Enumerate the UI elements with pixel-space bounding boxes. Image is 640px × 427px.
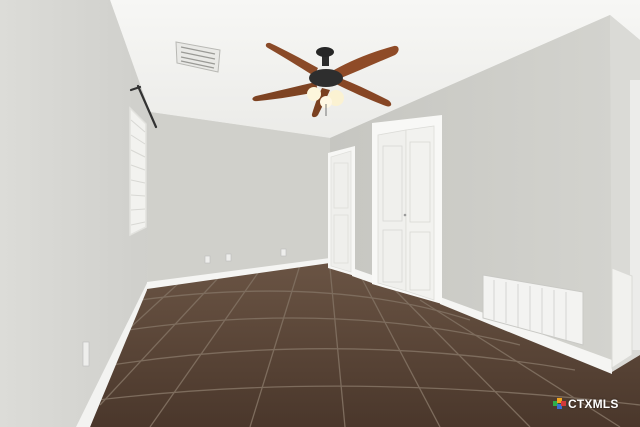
door-knob[interactable]	[403, 213, 407, 217]
fan-canopy	[316, 47, 334, 57]
window[interactable]	[129, 106, 147, 237]
outlet-icon	[204, 255, 211, 264]
fan-light-bulb	[307, 87, 321, 101]
fan-motor	[309, 69, 343, 87]
room-photo	[0, 0, 640, 427]
wall-return-panel	[611, 267, 633, 369]
watermark-text: CTXMLS	[568, 397, 619, 411]
ctxmls-logo-icon	[553, 398, 566, 410]
watermark: CTXMLS	[553, 397, 619, 411]
outlet-icon	[225, 253, 232, 262]
outlet-icon	[280, 248, 287, 257]
outlet-icon	[82, 341, 90, 367]
